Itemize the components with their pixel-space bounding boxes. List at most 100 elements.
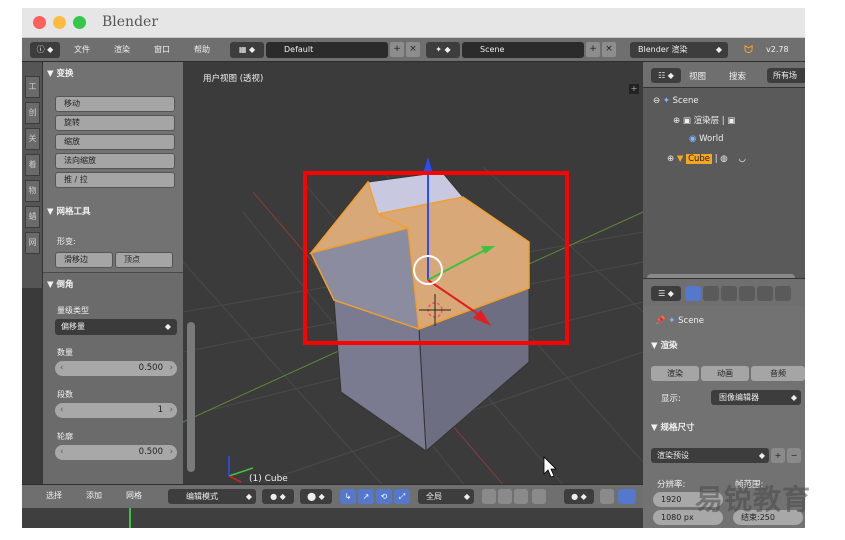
- timeline[interactable]: [22, 508, 643, 528]
- tree-item-scene[interactable]: ⊖ ✦ Scene: [653, 96, 699, 106]
- tab-object[interactable]: 物: [25, 180, 40, 202]
- tab-grease-pencil[interactable]: 蜡: [25, 206, 40, 228]
- world-context-icon[interactable]: [739, 286, 755, 301]
- outliner-search-menu[interactable]: 搜索: [729, 70, 746, 82]
- viewport-canvas[interactable]: [183, 62, 643, 508]
- snap-icon[interactable]: [600, 489, 614, 504]
- menu-select[interactable]: 选择: [46, 490, 62, 501]
- 3d-view-header: 选择 添加 网格 编辑模式 ◆ ● ◆ ⬤ ◆ ↳ ↗ ⟲ ⤢ 全局 ◆ ● ◆: [22, 484, 643, 508]
- add-preset-button[interactable]: +: [771, 448, 785, 463]
- 3d-viewport[interactable]: 用户视图 (透视) + (1) Cube: [183, 62, 643, 508]
- viewport-expand-icon[interactable]: +: [629, 84, 639, 94]
- world-icon: ◉: [689, 134, 697, 144]
- menu-window[interactable]: 窗口: [154, 42, 170, 58]
- slide-edge-button[interactable]: 滑移边: [55, 252, 113, 268]
- mesh-tools-panel-header[interactable]: ▼ 网格工具: [47, 204, 91, 220]
- move-button[interactable]: 移动: [55, 96, 175, 112]
- close-window-button[interactable]: [33, 16, 46, 29]
- pin-scene[interactable]: 📌 ✦ Scene: [655, 316, 704, 326]
- shading-select[interactable]: ● ◆: [262, 489, 294, 504]
- outliner-filter-select[interactable]: 所有场: [767, 68, 805, 83]
- profile-field[interactable]: ‹ 0.500 ›: [55, 445, 177, 460]
- render-button[interactable]: 渲染: [651, 366, 699, 381]
- menu-add[interactable]: 添加: [86, 490, 102, 501]
- render-context-icon[interactable]: [685, 286, 701, 301]
- amount-field[interactable]: ‹ 0.500 ›: [55, 361, 177, 376]
- tab-mesh[interactable]: 网: [25, 232, 40, 254]
- push-pull-button[interactable]: 推 / 拉: [55, 172, 175, 188]
- menu-mesh[interactable]: 网格: [126, 490, 142, 501]
- window-title-bar: Blender: [22, 8, 805, 38]
- minimize-window-button[interactable]: [53, 16, 66, 29]
- tab-tools[interactable]: 工: [25, 76, 40, 98]
- shrink-fatten-button[interactable]: 法向缩放: [55, 153, 175, 169]
- outliner-view-menu[interactable]: 视图: [689, 70, 706, 82]
- editor-type-button[interactable]: ⓘ ◆: [30, 42, 60, 58]
- proportional-edit-select[interactable]: ● ◆: [564, 489, 594, 504]
- constraints-context-icon[interactable]: [775, 286, 791, 301]
- add-scene-button[interactable]: +: [586, 42, 600, 57]
- rotate-button[interactable]: 旋转: [55, 115, 175, 131]
- render-layers-context-icon[interactable]: [703, 286, 719, 301]
- bevel-panel-header[interactable]: ▼ 倒角: [47, 277, 74, 293]
- scale-button[interactable]: 缩放: [55, 134, 175, 150]
- snap-target-icon[interactable]: [618, 489, 636, 504]
- tree-item-render-layers[interactable]: ⊕ ▣ 渲染层 | ▣: [673, 114, 735, 126]
- version-label: v2.78: [766, 45, 789, 54]
- menu-render[interactable]: 渲染: [114, 42, 130, 58]
- maximize-window-button[interactable]: [73, 16, 86, 29]
- screen-layout-icon[interactable]: ▦ ◆: [230, 42, 264, 58]
- outliner-editor-icon[interactable]: ☷ ◆: [651, 68, 681, 83]
- display-label: 显示:: [661, 394, 681, 404]
- translate-manipulator-icon[interactable]: ↗: [358, 489, 374, 504]
- mode-select[interactable]: 编辑模式 ◆: [168, 489, 256, 504]
- scene-field[interactable]: Scene: [462, 42, 584, 58]
- tab-shading[interactable]: 着: [25, 154, 40, 176]
- vertex-slide-button[interactable]: 顶点: [115, 252, 173, 268]
- dimensions-panel-header[interactable]: ▼ 规格尺寸: [651, 420, 695, 436]
- remove-scene-button[interactable]: ×: [602, 42, 616, 57]
- tab-create[interactable]: 创: [25, 102, 40, 124]
- viewport-status: (1) Cube: [249, 474, 288, 484]
- display-select[interactable]: 图像编辑器 ◆: [711, 390, 801, 405]
- remove-layout-button[interactable]: ×: [406, 42, 420, 57]
- viewport-left-scrollbar[interactable]: [187, 322, 195, 472]
- blender-window: ⓘ ◆ 文件 渲染 窗口 帮助 ▦ ◆ Default + × ✦ ◆ Scen…: [22, 38, 805, 528]
- pivot-point-select[interactable]: ⬤ ◆: [300, 489, 332, 504]
- segments-field[interactable]: ‹ 1 ›: [55, 403, 177, 418]
- scale-manipulator-icon[interactable]: ⤢: [394, 489, 410, 504]
- current-frame-marker[interactable]: [129, 508, 131, 528]
- tree-item-world[interactable]: ◉ World: [689, 134, 723, 144]
- amount-type-select[interactable]: 偏移量 ◆: [55, 319, 177, 335]
- manipulator-toggle-icon[interactable]: ↳: [340, 489, 356, 504]
- layout-field[interactable]: Default: [266, 42, 388, 58]
- face-select-icon[interactable]: [514, 489, 528, 504]
- tree-item-cube[interactable]: ⊕ ▼ Cube | ◍ ◡: [667, 154, 746, 164]
- render-engine-select[interactable]: Blender 渲染 ◆: [630, 42, 728, 58]
- window-title: Blender: [102, 14, 159, 30]
- edge-select-icon[interactable]: [498, 489, 512, 504]
- audio-button[interactable]: 音频: [751, 366, 805, 381]
- amount-type-label: 量级类型: [57, 306, 89, 315]
- tab-relations[interactable]: 关: [25, 128, 40, 150]
- blender-logo-icon: ᗢ: [744, 43, 754, 56]
- menu-file[interactable]: 文件: [74, 42, 90, 58]
- orientation-select[interactable]: 全局 ◆: [418, 489, 474, 504]
- remove-preset-button[interactable]: −: [787, 448, 801, 463]
- transform-panel-header[interactable]: ▼ 变换: [47, 66, 74, 82]
- rotate-manipulator-icon[interactable]: ⟲: [376, 489, 392, 504]
- render-panel-header[interactable]: ▼ 渲染: [651, 338, 678, 354]
- viewport-title: 用户视图 (透视): [203, 74, 264, 84]
- object-context-icon[interactable]: [757, 286, 773, 301]
- add-layout-button[interactable]: +: [390, 42, 404, 57]
- profile-label: 轮廓: [57, 432, 73, 441]
- limit-selection-icon[interactable]: [532, 489, 546, 504]
- scene-icon[interactable]: ✦ ◆: [426, 42, 460, 58]
- animation-button[interactable]: 动画: [701, 366, 749, 381]
- properties-header: ☰ ◆: [643, 278, 805, 306]
- vertex-select-icon[interactable]: [482, 489, 496, 504]
- properties-editor-icon[interactable]: ☰ ◆: [651, 286, 681, 301]
- menu-help[interactable]: 帮助: [194, 42, 210, 58]
- render-presets-select[interactable]: 渲染预设 ◆: [651, 448, 769, 463]
- scene-context-icon[interactable]: [721, 286, 737, 301]
